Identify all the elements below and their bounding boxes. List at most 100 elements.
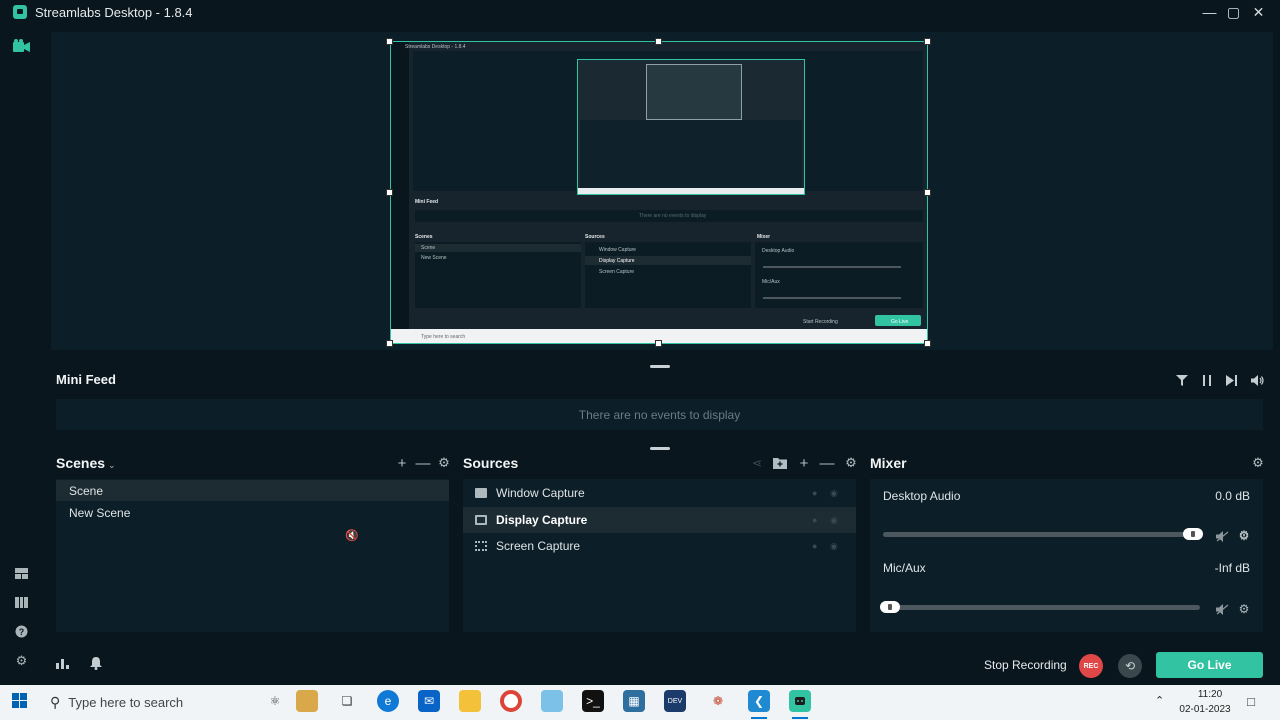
- resize-handle-bl[interactable]: [386, 340, 393, 347]
- notifications-bell-icon[interactable]: [90, 657, 104, 671]
- mail-icon[interactable]: ✉: [418, 690, 440, 712]
- source-properties-gear-icon[interactable]: ⚙: [843, 455, 859, 471]
- taskbar-search[interactable]: ⚲ Type here to search: [40, 688, 248, 716]
- resize-handle-br[interactable]: [924, 340, 931, 347]
- nested-minifeed-title: Mini Feed: [415, 199, 439, 205]
- network-app-icon[interactable]: ❁: [707, 690, 729, 712]
- studio-mode-icon[interactable]: [13, 594, 30, 611]
- volume-slider-knob[interactable]: [880, 601, 900, 613]
- resize-handle-tl[interactable]: [386, 38, 393, 45]
- source-item[interactable]: Screen Capture ● ◉: [463, 533, 856, 559]
- volume-icon[interactable]: [1250, 373, 1264, 387]
- monitor-icon: [475, 515, 487, 525]
- lock-icon[interactable]: ●: [812, 488, 820, 498]
- volume-slider-track[interactable]: [883, 532, 1200, 537]
- chevron-down-icon: ⌄: [108, 460, 116, 470]
- minimize-button[interactable]: —: [1197, 0, 1222, 24]
- eye-icon[interactable]: ◉: [830, 515, 842, 525]
- mute-icon[interactable]: 🔇: [344, 527, 360, 543]
- streamlabs-taskbar-icon[interactable]: [789, 690, 811, 712]
- sources-panel: Window Capture ● ◉ Display Capture ● ◉ S…: [463, 479, 856, 632]
- eye-icon[interactable]: ◉: [830, 541, 842, 551]
- nested-scenes-title: Scenes: [415, 234, 433, 240]
- panels-resize-grip[interactable]: [650, 447, 670, 450]
- source-link-icon[interactable]: ⋖: [749, 455, 765, 471]
- atom-app-icon[interactable]: ⚛: [264, 690, 286, 712]
- search-icon: ⚲: [50, 693, 61, 710]
- minifeed-events-box: There are no events to display: [56, 399, 1263, 430]
- photos-app-icon[interactable]: [541, 690, 563, 712]
- file-explorer-icon[interactable]: [459, 690, 481, 712]
- add-source-button[interactable]: +: [796, 455, 812, 472]
- eye-icon[interactable]: ◉: [830, 488, 842, 498]
- display-capture-preview[interactable]: Streamlabs Desktop - 1.8.4 Mini Feed The…: [390, 41, 928, 344]
- source-item[interactable]: Window Capture ● ◉: [463, 480, 856, 506]
- mixer-title: Mixer: [870, 455, 907, 471]
- performance-chart-icon[interactable]: [56, 657, 70, 671]
- windows-start-icon[interactable]: [12, 693, 27, 708]
- channel-settings-gear-icon[interactable]: ⚙: [1236, 601, 1252, 617]
- nested-desktop-audio: Desktop Audio: [762, 248, 795, 254]
- nested-start-recording: Start Recording: [803, 319, 838, 325]
- pause-icon[interactable]: [1200, 373, 1214, 387]
- resize-handle-r[interactable]: [924, 189, 931, 196]
- lock-icon[interactable]: ●: [812, 515, 820, 525]
- cortana-avatar-icon[interactable]: [296, 690, 318, 712]
- volume-slider-knob[interactable]: [1183, 528, 1203, 540]
- remove-source-button[interactable]: —: [819, 455, 835, 472]
- streamlabs-logo-icon: [13, 5, 27, 19]
- mixer-settings-gear-icon[interactable]: ⚙: [1250, 455, 1266, 471]
- terminal-icon[interactable]: >_: [582, 690, 604, 712]
- chrome-browser-icon[interactable]: [500, 690, 522, 712]
- scenes-title[interactable]: Scenes ⌄: [56, 455, 116, 471]
- stop-recording-label: Stop Recording: [984, 658, 1067, 672]
- sources-title: Sources: [463, 455, 519, 471]
- close-button[interactable]: ✕: [1246, 0, 1271, 24]
- add-folder-icon[interactable]: [772, 455, 788, 471]
- scene-item[interactable]: New Scene: [56, 502, 449, 523]
- mute-icon[interactable]: [1214, 528, 1230, 544]
- devc-app-icon[interactable]: DEV: [664, 690, 686, 712]
- help-icon[interactable]: ?: [13, 623, 30, 640]
- title-bar: Streamlabs Desktop - 1.8.4: [0, 0, 1280, 24]
- nested-scene-item-0: Scene: [421, 245, 436, 251]
- source-item-label: Display Capture: [496, 513, 588, 527]
- preview-resize-grip[interactable]: [650, 365, 670, 368]
- resize-handle-tr[interactable]: [924, 38, 931, 45]
- vscode-icon[interactable]: ❮: [748, 690, 770, 712]
- editor-camera-icon[interactable]: [13, 37, 30, 54]
- edge-browser-icon[interactable]: e: [377, 690, 399, 712]
- task-view-icon[interactable]: ❏: [336, 690, 358, 712]
- nested-source-item-2: Screen Capture: [599, 269, 635, 275]
- clock-date: 02-01-2023: [1179, 704, 1231, 715]
- tray-chevron-up-icon[interactable]: ⌃: [1155, 694, 1164, 707]
- channel-settings-gear-icon[interactable]: ⚙: [1236, 528, 1252, 544]
- mute-icon[interactable]: [1214, 601, 1230, 617]
- go-live-button[interactable]: Go Live: [1156, 652, 1263, 678]
- resize-handle-t[interactable]: [655, 38, 662, 45]
- filter-icon[interactable]: [1175, 373, 1189, 387]
- remove-scene-button[interactable]: —: [415, 455, 431, 472]
- add-scene-button[interactable]: +: [394, 455, 410, 472]
- layout-editor-icon[interactable]: [13, 565, 30, 582]
- scenes-title-label: Scenes: [56, 455, 106, 471]
- window-title: Streamlabs Desktop - 1.8.4: [35, 4, 193, 20]
- maximize-button[interactable]: ▢: [1221, 0, 1246, 24]
- source-item[interactable]: Display Capture ● ◉: [463, 507, 856, 533]
- calculator-icon[interactable]: ▦: [623, 690, 645, 712]
- scene-item[interactable]: Scene: [56, 480, 449, 501]
- notification-center-icon[interactable]: □: [1240, 690, 1262, 712]
- active-app-indicator: [792, 717, 808, 719]
- lock-icon[interactable]: ●: [812, 541, 820, 551]
- volume-slider-track[interactable]: [883, 605, 1200, 610]
- window-icon: [475, 488, 487, 498]
- minifeed-title: Mini Feed: [56, 372, 116, 387]
- skip-next-icon[interactable]: [1224, 373, 1238, 387]
- search-placeholder: Type here to search: [68, 694, 184, 710]
- resize-handle-l[interactable]: [386, 189, 393, 196]
- record-button[interactable]: REC: [1079, 654, 1103, 678]
- resize-handle-b[interactable]: [655, 340, 662, 347]
- replay-buffer-button[interactable]: ⟲: [1118, 654, 1142, 678]
- scene-settings-gear-icon[interactable]: ⚙: [436, 455, 452, 471]
- settings-gear-icon[interactable]: ⚙: [13, 652, 30, 669]
